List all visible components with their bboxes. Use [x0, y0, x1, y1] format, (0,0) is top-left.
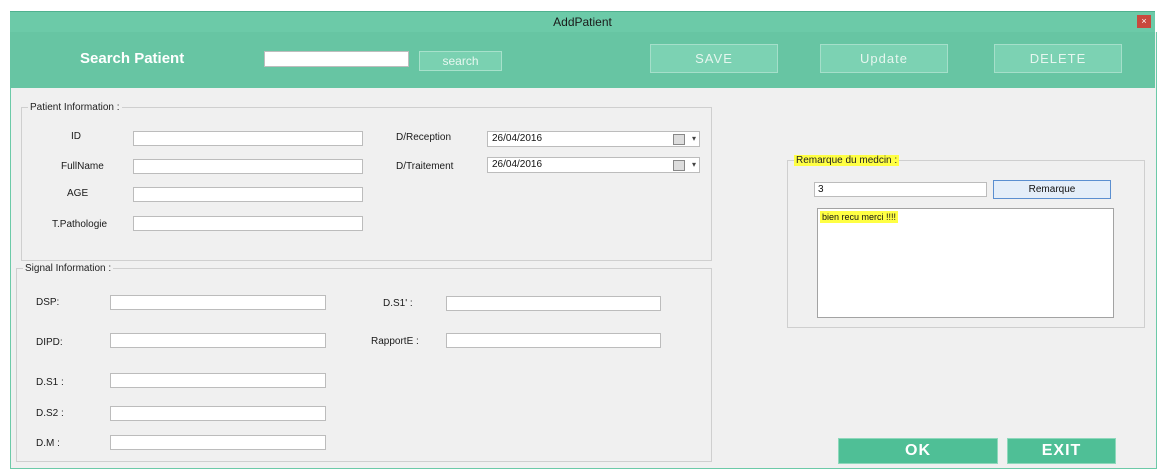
signal-information-legend: Signal Information :	[25, 263, 112, 274]
age-field[interactable]	[133, 187, 363, 202]
window-title: AddPatient	[553, 15, 612, 29]
reception-date-value: 26/04/2016	[492, 133, 543, 144]
close-icon[interactable]: ×	[1137, 15, 1151, 28]
pathologie-field[interactable]	[133, 216, 363, 231]
fullname-label: FullName	[61, 161, 104, 172]
chevron-down-icon[interactable]: ▾	[692, 132, 696, 146]
age-label: AGE	[67, 188, 89, 199]
ds2-field[interactable]	[110, 406, 326, 421]
dm-label: D.M :	[36, 438, 60, 449]
update-button[interactable]: Update	[820, 44, 948, 73]
remarque-text: bien recu merci !!!!	[820, 211, 899, 223]
search-input[interactable]	[264, 51, 409, 67]
id-label: ID	[71, 131, 81, 142]
dipd-label: DIPD:	[36, 337, 63, 348]
ds1-prime-label: D.S1' :	[383, 298, 413, 309]
dsp-label: DSP:	[36, 297, 60, 308]
dsp-field[interactable]	[110, 295, 326, 310]
traitement-date-value: 26/04/2016	[492, 159, 543, 170]
title-bar: AddPatient ×	[10, 11, 1155, 32]
chevron-down-icon[interactable]: ▾	[692, 158, 696, 172]
patient-information-group: Patient Information :	[21, 102, 712, 261]
ok-button[interactable]: OK	[838, 438, 998, 464]
exit-button[interactable]: EXIT	[1007, 438, 1116, 464]
search-patient-label: Search Patient	[80, 50, 185, 67]
ds1-prime-field[interactable]	[446, 296, 661, 311]
reception-date-label: D/Reception	[396, 132, 452, 143]
traitement-date-label: D/Traitement	[396, 161, 454, 172]
remarque-textarea[interactable]: bien recu merci !!!!	[817, 208, 1114, 318]
search-button[interactable]: search	[419, 51, 502, 71]
add-patient-window: AddPatient × Search Patient search SAVE …	[0, 0, 1163, 472]
save-button[interactable]: SAVE	[650, 44, 778, 73]
patient-information-legend: Patient Information :	[30, 102, 120, 113]
ds1-label: D.S1 :	[36, 377, 64, 388]
remarque-patient-id-field[interactable]: 3	[814, 182, 987, 197]
calendar-icon[interactable]	[673, 160, 685, 171]
delete-button[interactable]: DELETE	[994, 44, 1122, 73]
signal-information-group: Signal Information :	[16, 263, 712, 462]
rapport-label: RapportE :	[371, 336, 419, 347]
traitement-date-picker[interactable]: 26/04/2016 ▾	[487, 157, 700, 173]
calendar-icon[interactable]	[673, 134, 685, 145]
remarque-button[interactable]: Remarque	[993, 180, 1111, 199]
reception-date-picker[interactable]: 26/04/2016 ▾	[487, 131, 700, 147]
id-field[interactable]	[133, 131, 363, 146]
ds2-label: D.S2 :	[36, 408, 64, 419]
dipd-field[interactable]	[110, 333, 326, 348]
rapport-field[interactable]	[446, 333, 661, 348]
remarque-legend: Remarque du medcin :	[794, 155, 900, 166]
dm-field[interactable]	[110, 435, 326, 450]
pathologie-label: T.Pathologie	[52, 219, 108, 230]
ds1-field[interactable]	[110, 373, 326, 388]
fullname-field[interactable]	[133, 159, 363, 174]
